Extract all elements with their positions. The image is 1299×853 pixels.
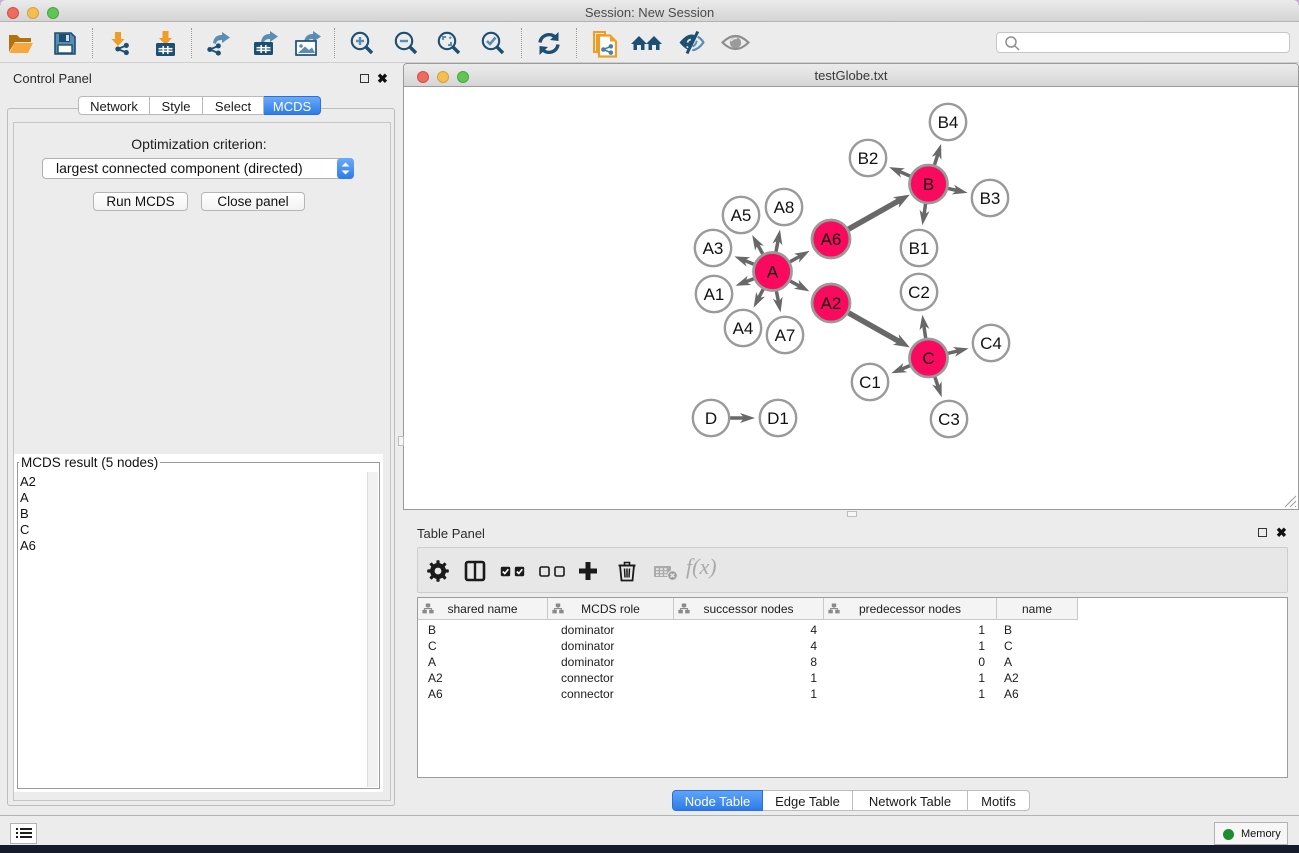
svg-text:C2: C2 [908,283,930,302]
svg-text:A6: A6 [821,230,842,249]
svg-text:B3: B3 [980,189,1001,208]
svg-text:A5: A5 [731,206,752,225]
svg-text:C4: C4 [980,334,1002,353]
svg-text:A: A [767,263,779,282]
svg-text:B2: B2 [858,149,879,168]
svg-text:A3: A3 [703,239,724,258]
svg-text:A2: A2 [821,294,842,313]
svg-text:D1: D1 [767,409,789,428]
svg-text:C1: C1 [859,373,881,392]
svg-text:C: C [922,349,934,368]
svg-text:A4: A4 [733,319,754,338]
svg-text:A1: A1 [704,285,725,304]
svg-text:B4: B4 [938,113,959,132]
svg-text:C3: C3 [938,410,960,429]
svg-text:A7: A7 [775,326,796,345]
svg-text:B1: B1 [909,239,930,258]
svg-text:D: D [705,409,717,428]
svg-text:A8: A8 [774,198,795,217]
svg-text:B: B [923,175,934,194]
